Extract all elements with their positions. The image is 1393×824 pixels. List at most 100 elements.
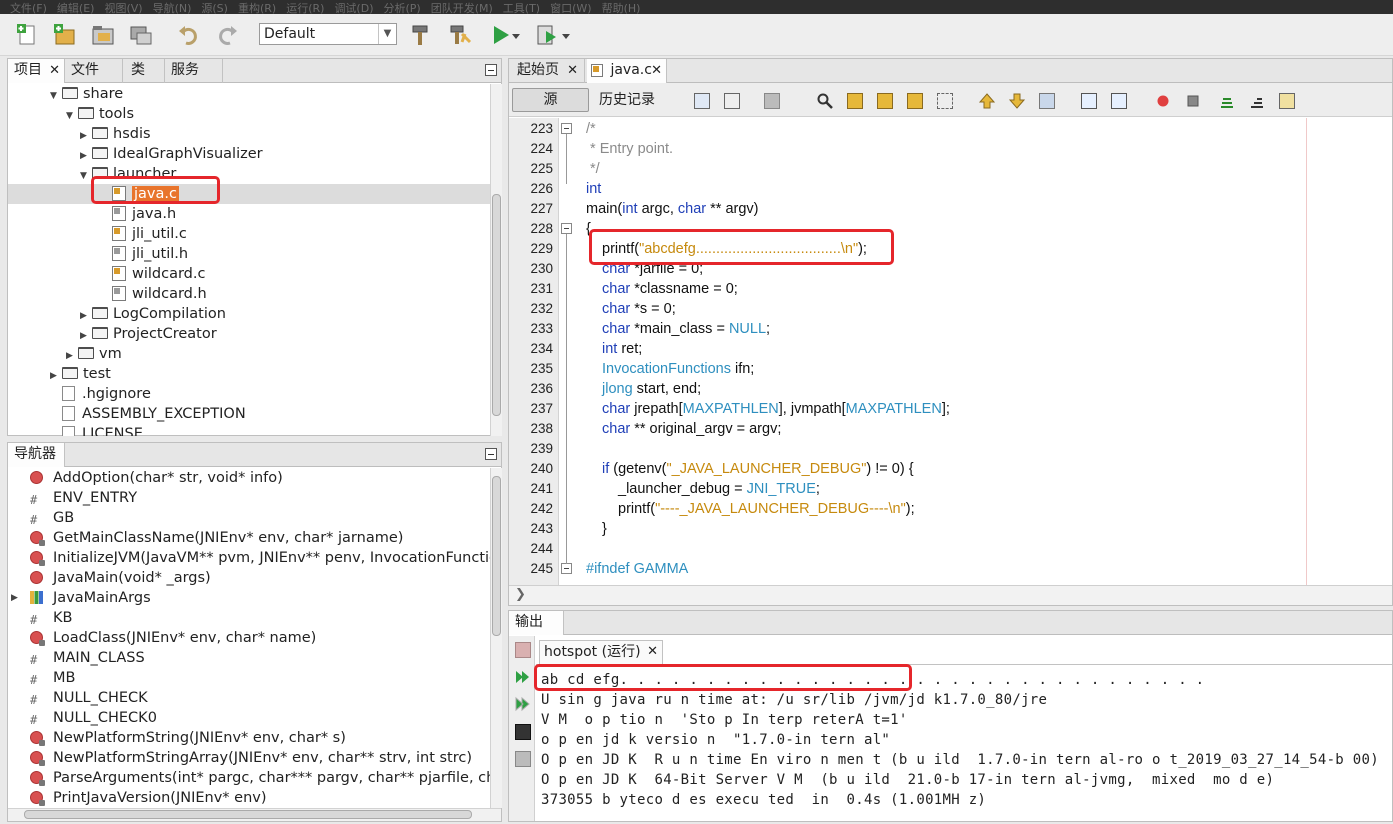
- tree-item[interactable]: ▶ LogCompilation: [80, 304, 226, 324]
- debug-dropdown-icon[interactable]: [560, 22, 572, 48]
- close-icon[interactable]: ✕: [651, 59, 662, 82]
- tree-item[interactable]: jli_util.c: [96, 224, 187, 244]
- menu-item[interactable]: 视图(V): [104, 2, 142, 15]
- collapsed-arrow-icon[interactable]: ▶: [66, 346, 78, 366]
- navigator-item[interactable]: # ENV_ENTRY: [30, 488, 137, 508]
- close-icon[interactable]: ✕: [647, 641, 658, 663]
- tree-item[interactable]: wildcard.h: [96, 284, 207, 304]
- fold-function-icon[interactable]: [561, 223, 572, 234]
- source-button[interactable]: 源: [512, 88, 589, 112]
- find-next-icon[interactable]: [877, 93, 893, 109]
- clean-build-icon[interactable]: [447, 22, 473, 48]
- menu-item[interactable]: 工具(T): [503, 2, 540, 15]
- menu-item[interactable]: 运行(R): [286, 2, 324, 15]
- open-project-icon[interactable]: [90, 22, 116, 48]
- menu-item[interactable]: 分析(P): [384, 2, 421, 15]
- tree-item[interactable]: ▶ vm: [66, 344, 122, 364]
- toggle-bookmark-icon[interactable]: [1039, 93, 1055, 109]
- tree-item[interactable]: ▶ hsdis: [80, 124, 151, 144]
- scrollbar-thumb[interactable]: [492, 476, 501, 636]
- back-icon[interactable]: [724, 93, 740, 109]
- tab-navigator[interactable]: 导航器: [8, 443, 65, 467]
- scrollbar-thumb[interactable]: [24, 810, 472, 819]
- build-hammer-icon[interactable]: [408, 22, 434, 48]
- navigator-item[interactable]: # MAIN_CLASS: [30, 648, 145, 668]
- tab-classes[interactable]: 类: [123, 59, 165, 83]
- minimize-icon[interactable]: [485, 448, 497, 460]
- navigator-item[interactable]: # NULL_CHECK0: [30, 708, 157, 728]
- menu-item[interactable]: 窗口(W): [550, 2, 591, 15]
- diff-icon[interactable]: [1279, 93, 1295, 109]
- tree-item[interactable]: ASSEMBLY_EXCEPTION: [50, 404, 246, 424]
- navigator-item[interactable]: # KB: [30, 608, 72, 628]
- expanded-arrow-icon[interactable]: ▼: [50, 86, 62, 106]
- history-button[interactable]: 历史记录: [599, 88, 655, 112]
- project-tree-scrollbar[interactable]: [490, 84, 502, 436]
- redo-icon[interactable]: [214, 22, 240, 48]
- stop-icon[interactable]: [515, 642, 531, 658]
- navigator-item[interactable]: ▶ JavaMainArgs: [11, 588, 151, 608]
- previous-bookmark-icon[interactable]: [978, 93, 996, 109]
- last-edit-icon[interactable]: [694, 93, 710, 109]
- menu-item[interactable]: 团队开发(M): [431, 2, 493, 15]
- tab-hotspot-run[interactable]: hotspot (运行) ✕: [539, 640, 663, 664]
- breadcrumb-chevron-icon[interactable]: ❯: [515, 587, 526, 602]
- stop-macro-icon[interactable]: [1185, 93, 1201, 109]
- navigator-item[interactable]: # GB: [30, 508, 74, 528]
- fold-ifdef-icon[interactable]: [561, 563, 572, 574]
- close-icon[interactable]: ✕: [49, 59, 60, 82]
- configuration-select[interactable]: Default ▼: [259, 23, 397, 45]
- menu-item[interactable]: 重构(R): [238, 2, 276, 15]
- find-previous-icon[interactable]: [847, 93, 863, 109]
- navigator-item[interactable]: PrintJavaVersion(JNIEnv* env): [30, 788, 267, 808]
- tab-projects[interactable]: 项目 ✕: [8, 59, 65, 83]
- tree-item[interactable]: ▶ IdealGraphVisualizer: [80, 144, 263, 164]
- tab-start-page[interactable]: 起始页 ✕: [509, 59, 585, 83]
- tree-item[interactable]: jli_util.h: [96, 244, 188, 264]
- collapsed-arrow-icon[interactable]: ▶: [80, 306, 92, 326]
- navigator-item[interactable]: ParseArguments(int* pargc, char*** pargv…: [30, 768, 490, 788]
- navigator-item[interactable]: NewPlatformStringArray(JNIEnv* env, char…: [30, 748, 472, 768]
- collapsed-arrow-icon[interactable]: ▶: [11, 588, 18, 608]
- toggle-highlight-icon[interactable]: [937, 93, 953, 109]
- fold-comment-icon[interactable]: [561, 123, 572, 134]
- navigator-item[interactable]: # MB: [30, 668, 75, 688]
- tree-item[interactable]: java.h: [96, 204, 176, 224]
- menu-item[interactable]: 编辑(E): [57, 2, 95, 15]
- tab-services[interactable]: 服务: [165, 59, 223, 83]
- tree-item[interactable]: java.c: [8, 184, 490, 204]
- menu-item[interactable]: 调试(D): [334, 2, 373, 15]
- navigator-item[interactable]: # NULL_CHECK: [30, 688, 148, 708]
- comment-icon[interactable]: [1219, 93, 1235, 109]
- tab-files[interactable]: 文件: [65, 59, 123, 83]
- uncomment-icon[interactable]: [1249, 93, 1265, 109]
- collapsed-arrow-icon[interactable]: ▶: [80, 126, 92, 146]
- find-selection-icon[interactable]: [907, 93, 923, 109]
- minimize-icon[interactable]: [485, 64, 497, 76]
- expanded-arrow-icon[interactable]: ▼: [66, 106, 78, 126]
- navigator-item[interactable]: GetMainClassName(JNIEnv* env, char* jarn…: [30, 528, 403, 548]
- new-file-icon[interactable]: [15, 22, 41, 48]
- navigator-item[interactable]: LoadClass(JNIEnv* env, char* name): [30, 628, 316, 648]
- tree-item[interactable]: wildcard.c: [96, 264, 205, 284]
- menu-item[interactable]: 源(S): [201, 2, 228, 15]
- tab-java-c[interactable]: java.c ✕: [587, 59, 667, 83]
- run-dropdown-icon[interactable]: [510, 22, 522, 48]
- tree-item[interactable]: ▶ test: [50, 364, 111, 384]
- close-icon[interactable]: ✕: [567, 59, 578, 82]
- scrollbar-thumb[interactable]: [492, 194, 501, 416]
- close-project-icon[interactable]: [128, 22, 154, 48]
- start-macro-icon[interactable]: [1155, 93, 1171, 109]
- tree-item[interactable]: .hgignore: [50, 384, 151, 404]
- navigator-item[interactable]: NewPlatformString(JNIEnv* env, char* s): [30, 728, 346, 748]
- navigator-item[interactable]: AddOption(char* str, void* info): [30, 468, 283, 488]
- code-area[interactable]: 223 /* 224 * Entry point. 225 */ 226 int 227 ma…: [509, 118, 1306, 588]
- next-bookmark-icon[interactable]: [1008, 93, 1026, 109]
- navigator-item[interactable]: JavaMain(void* _args): [30, 568, 211, 588]
- new-project-icon[interactable]: [52, 22, 78, 48]
- navigator-hscrollbar[interactable]: [8, 808, 501, 821]
- navigator-scrollbar[interactable]: [490, 468, 502, 808]
- tree-item[interactable]: ▶ ProjectCreator: [80, 324, 217, 344]
- shift-left-icon[interactable]: [1081, 93, 1097, 109]
- debug-project-icon[interactable]: [535, 22, 561, 48]
